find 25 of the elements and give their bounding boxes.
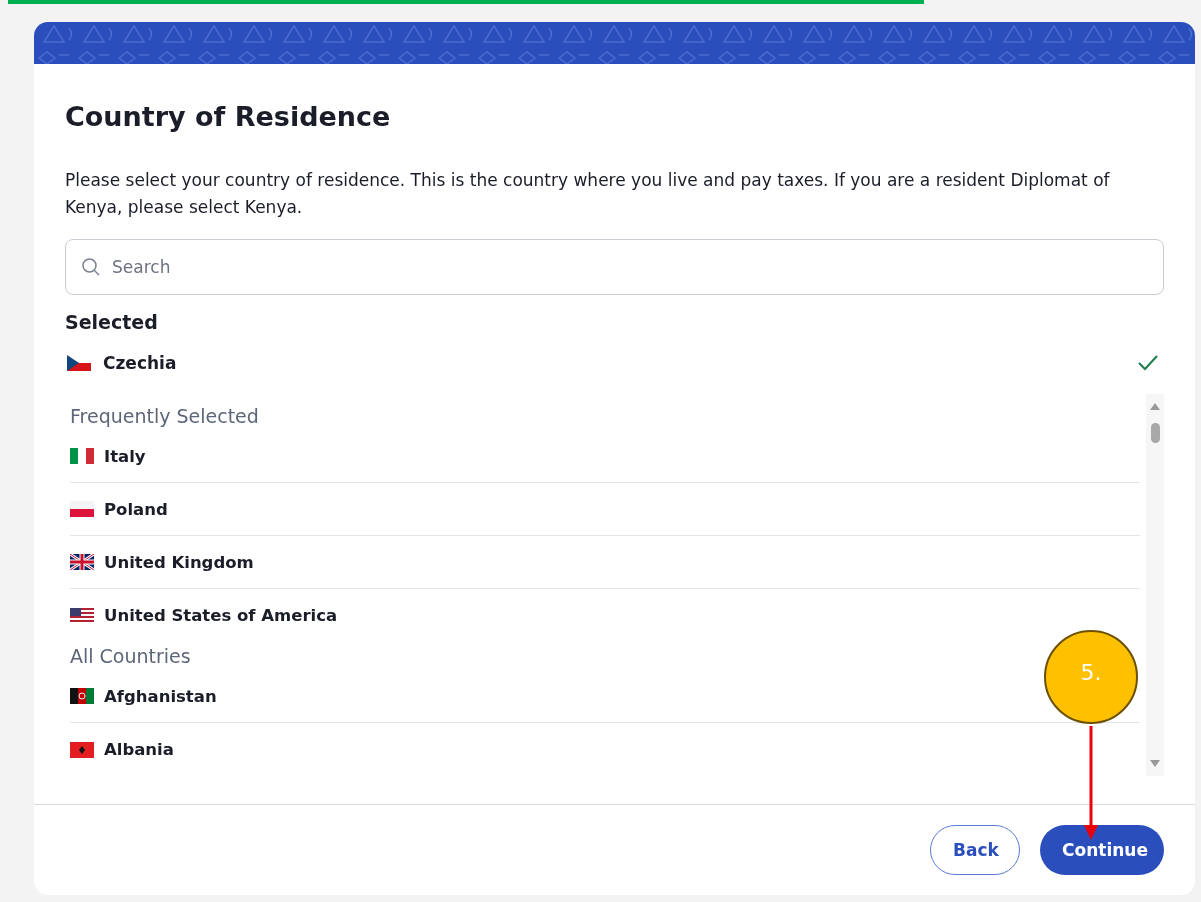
dialog-title: Country of Residence xyxy=(65,100,392,134)
scrollbar[interactable] xyxy=(1146,394,1164,776)
country-option[interactable]: Poland xyxy=(70,483,1140,536)
back-button[interactable]: Back xyxy=(930,825,1020,875)
scroll-down-icon[interactable] xyxy=(1150,760,1160,768)
flag-icon xyxy=(67,355,91,371)
search-field[interactable]: Search xyxy=(65,239,1164,295)
continue-button[interactable]: Continue xyxy=(1040,825,1164,875)
country-option[interactable]: Albania xyxy=(70,723,1140,776)
step-marker: 5. xyxy=(1044,630,1138,724)
flag-icon xyxy=(70,688,94,704)
country-option[interactable]: Italy xyxy=(70,430,1140,483)
section-heading: Frequently Selected xyxy=(70,404,260,429)
flag-icon xyxy=(70,607,94,624)
flag-icon xyxy=(70,741,94,758)
country-option[interactable]: United Kingdom xyxy=(70,536,1140,589)
country-option[interactable]: Czechia xyxy=(65,342,1164,384)
section-heading: All Countries xyxy=(70,644,192,669)
flag-icon xyxy=(70,554,94,570)
scroll-up-icon[interactable] xyxy=(1150,402,1160,410)
flag-icon xyxy=(70,501,94,517)
scrollbar-thumb[interactable] xyxy=(1150,423,1160,443)
section-heading: Selected xyxy=(65,310,159,335)
flag-icon xyxy=(70,448,94,464)
description-text: Please select your country of residence. This is the country where you live and pay taxes. If you are a resident Diplomat of Kenya, please select Kenya. xyxy=(65,169,1111,219)
